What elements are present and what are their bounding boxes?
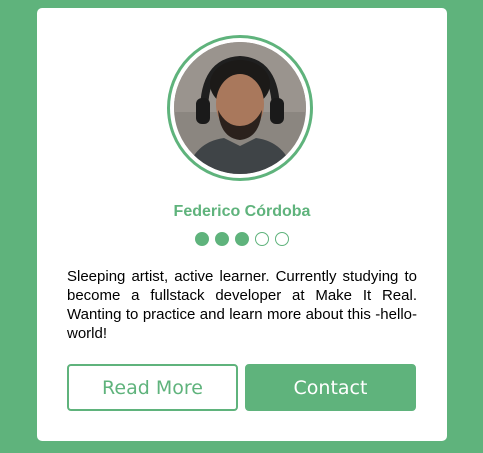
- profile-name: Federico Córdoba: [173, 203, 311, 220]
- rating-dot-empty: [275, 232, 289, 246]
- rating-dot-filled: [195, 232, 209, 246]
- profile-bio: Sleeping artist, active learner. Current…: [67, 268, 417, 342]
- rating-dot-empty: [255, 232, 269, 246]
- profile-card: Federico Córdoba Sleeping artist, active…: [37, 8, 447, 441]
- avatar-frame: [167, 35, 313, 181]
- contact-button[interactable]: Contact: [245, 364, 416, 411]
- read-more-button[interactable]: Read More: [67, 364, 238, 411]
- rating-dot-filled: [235, 232, 249, 246]
- rating: [37, 232, 447, 246]
- avatar: [174, 42, 306, 174]
- rating-dot-filled: [215, 232, 229, 246]
